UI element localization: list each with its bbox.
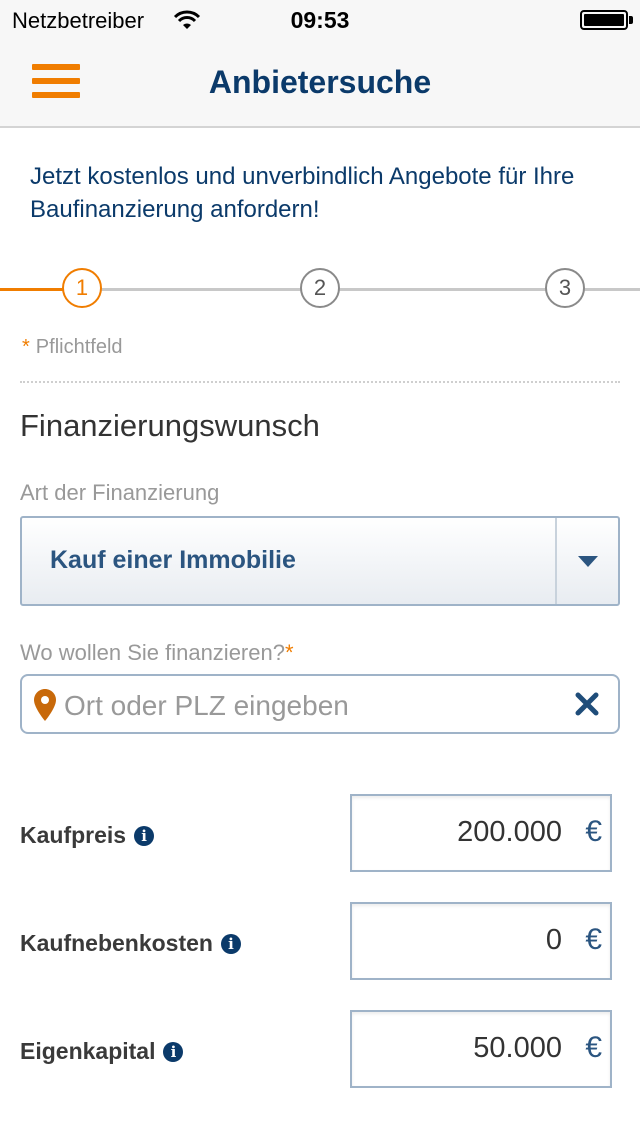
section-title: Finanzierungswunsch <box>20 408 320 443</box>
info-icon[interactable]: i <box>163 1042 184 1062</box>
financing-type-value: Kauf einer Immobilie <box>50 546 296 574</box>
divider <box>20 381 620 383</box>
location-pin-icon <box>34 689 56 721</box>
equity-label-text: Eigenkapital <box>20 1038 156 1064</box>
location-label-text: Wo wollen Sie finanzieren? <box>20 640 285 665</box>
step-1[interactable]: 1 <box>62 268 102 308</box>
financing-type-select[interactable]: Kauf einer Immobilie <box>20 516 620 606</box>
required-note-text: Pflichtfeld <box>35 336 123 358</box>
step-2[interactable]: 2 <box>300 268 340 308</box>
purchase-price-field[interactable]: 200.000 € <box>350 794 612 872</box>
location-field[interactable] <box>20 674 620 734</box>
progress-stepper: 1 2 3 <box>0 264 640 312</box>
currency-symbol: € <box>585 815 602 848</box>
financing-type-label: Art der Finanzierung <box>20 480 220 505</box>
additional-costs-label: Kaufnebenkosten i <box>20 930 241 957</box>
info-icon[interactable]: i <box>134 826 155 846</box>
additional-costs-label-text: Kaufnebenkosten <box>20 930 213 956</box>
additional-costs-value: 0 <box>545 924 562 956</box>
purchase-price-label-text: Kaufpreis <box>20 822 127 848</box>
equity-field[interactable]: 50.000 € <box>350 1010 612 1088</box>
select-divider <box>555 518 557 604</box>
navigation-bar: Anbietersuche <box>0 40 640 128</box>
clear-icon[interactable] <box>574 691 600 717</box>
purchase-price-value: 200.000 <box>457 816 562 848</box>
additional-costs-field[interactable]: 0 € <box>350 902 612 980</box>
equity-label: Eigenkapital i <box>20 1038 184 1065</box>
intro-text: Jetzt kostenlos und unverbindlich Angebo… <box>30 163 575 223</box>
status-bar: Netzbetreiber 09:53 <box>0 0 640 40</box>
equity-value: 50.000 <box>473 1032 562 1064</box>
battery-tip <box>629 16 633 24</box>
page-title: Anbietersuche <box>208 64 432 100</box>
status-time: 09:53 <box>290 7 350 33</box>
stepper-line-completed <box>0 288 66 291</box>
currency-symbol: € <box>585 923 602 956</box>
location-input[interactable] <box>64 690 564 722</box>
info-icon[interactable]: i <box>220 934 241 954</box>
battery-icon <box>580 10 628 30</box>
step-3[interactable]: 3 <box>545 268 585 308</box>
currency-symbol: € <box>585 1031 602 1064</box>
required-star: * <box>22 336 30 358</box>
required-star: * <box>284 640 294 665</box>
required-field-note: * Pflichtfeld <box>22 336 123 359</box>
location-label: Wo wollen Sie finanzieren?* <box>20 640 294 666</box>
purchase-price-label: Kaufpreis i <box>20 822 155 849</box>
dropdown-arrow-icon[interactable] <box>578 556 598 567</box>
